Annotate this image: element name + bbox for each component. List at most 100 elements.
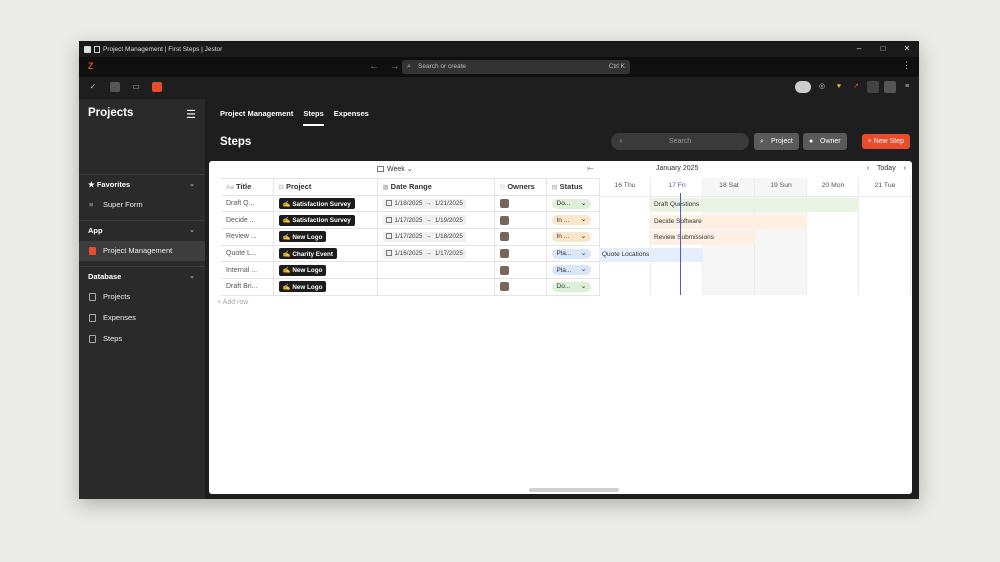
avatar[interactable] bbox=[499, 199, 509, 209]
status-badge[interactable]: Do... ⌄ bbox=[551, 281, 591, 292]
sidebar-section-favorites[interactable]: ★ Favorites ⌄ bbox=[79, 174, 205, 194]
title-cell[interactable]: Review ... bbox=[221, 228, 274, 246]
table-row[interactable]: Quote L... ✍ Charity Event 1/16/2025 → 1/17… bbox=[221, 245, 600, 263]
avatar[interactable] bbox=[499, 232, 509, 242]
owners-cell[interactable] bbox=[494, 211, 547, 230]
date-range-cell[interactable]: 1/18/2025 → 1/21/2025 bbox=[377, 195, 495, 213]
sidebar-item-project-management[interactable]: Project Management bbox=[79, 241, 205, 261]
period-selector[interactable]: Week ⌄ bbox=[377, 165, 413, 173]
date-range-cell[interactable]: 1/17/2025 → 1/19/2025 bbox=[377, 211, 495, 230]
owner-filter-button[interactable]: ● Owner bbox=[803, 133, 847, 150]
sidebar-item-projects[interactable]: Projects bbox=[79, 287, 205, 307]
sidebar-section-app[interactable]: App ⌄ bbox=[79, 220, 205, 240]
gantt-bar[interactable]: Quote Locations bbox=[599, 248, 703, 262]
status-cell[interactable]: In ... ⌄ bbox=[546, 211, 600, 230]
project-badge[interactable]: ✍ Satisfaction Survey bbox=[278, 198, 355, 210]
status-cell[interactable]: Do... ⌄ bbox=[546, 195, 600, 213]
project-cell[interactable]: ✍ New Logo bbox=[273, 228, 378, 246]
chat-icon[interactable]: ▭ bbox=[131, 82, 141, 92]
column-header-project[interactable]: ⊟ Project bbox=[273, 178, 378, 196]
project-badge[interactable]: ✍ New Logo bbox=[278, 264, 327, 276]
owners-cell[interactable] bbox=[494, 261, 547, 280]
forward-arrow-icon[interactable]: → bbox=[390, 61, 400, 72]
hamburger-menu-icon[interactable]: ☰ bbox=[186, 108, 196, 121]
date-range-cell[interactable]: 1/17/2025 → 1/18/2025 bbox=[377, 228, 495, 246]
document-red-icon[interactable] bbox=[867, 81, 879, 93]
project-cell[interactable]: ✍ New Logo bbox=[273, 261, 378, 280]
column-header-date-range[interactable]: ▦ Date Range bbox=[377, 178, 495, 196]
tab-steps[interactable]: Steps bbox=[303, 109, 324, 126]
owners-cell[interactable] bbox=[494, 245, 547, 263]
sidebar-item-steps[interactable]: Steps bbox=[79, 329, 205, 349]
avatar[interactable] bbox=[499, 282, 509, 292]
status-cell[interactable]: In ... ⌄ bbox=[546, 228, 600, 246]
gantt-bar[interactable]: Draft Questions bbox=[651, 198, 859, 212]
sidebar-item-expenses[interactable]: Expenses bbox=[79, 308, 205, 328]
date-pill[interactable]: 1/17/2025 → 1/18/2025 bbox=[382, 231, 466, 242]
add-row-button[interactable]: + Add row bbox=[217, 299, 248, 306]
date-pill[interactable]: 1/18/2025 → 1/21/2025 bbox=[382, 198, 466, 209]
status-badge[interactable]: Pla... ⌄ bbox=[551, 265, 591, 276]
chevron-left-icon[interactable]: ‹ bbox=[867, 165, 869, 172]
avatar[interactable] bbox=[499, 249, 509, 259]
chevron-right-icon[interactable]: › bbox=[904, 165, 906, 172]
date-range-cell[interactable] bbox=[377, 261, 495, 280]
column-header-title[interactable]: Aa Title bbox=[221, 178, 274, 196]
bolt-icon[interactable]: ↗ bbox=[850, 81, 862, 93]
avatar[interactable] bbox=[499, 265, 509, 275]
status-badge[interactable]: In ... ⌄ bbox=[551, 231, 591, 242]
more-menu-icon[interactable]: ⋮ bbox=[902, 60, 911, 71]
table-row[interactable]: Review ... ✍ New Logo 1/17/2025 → 1/18/2025… bbox=[221, 228, 600, 246]
global-search-input[interactable]: ⌕ Search or create Ctrl K bbox=[402, 60, 630, 74]
table-row[interactable]: Internal ... ✍ New Logo Pla... ⌄ bbox=[221, 261, 600, 280]
close-button[interactable]: ✕ bbox=[895, 41, 919, 57]
project-badge[interactable]: ✍ Satisfaction Survey bbox=[278, 214, 355, 226]
column-header-status[interactable]: ▤ Status bbox=[546, 178, 600, 196]
date-range-cell[interactable] bbox=[377, 278, 495, 296]
date-pill[interactable]: 1/16/2025 → 1/17/2025 bbox=[382, 248, 466, 259]
project-filter-button[interactable]: ⌕ Project bbox=[754, 133, 799, 150]
check-circle-icon[interactable]: ✓ bbox=[88, 82, 98, 92]
status-cell[interactable]: Do... ⌄ bbox=[546, 278, 600, 296]
column-header-owners[interactable]: ⚇ Owners bbox=[494, 178, 547, 196]
tab-expenses[interactable]: Expenses bbox=[334, 109, 369, 126]
collapse-icon[interactable]: ⇤ bbox=[587, 164, 594, 173]
owners-cell[interactable] bbox=[494, 195, 547, 213]
table-row[interactable]: Draft Q... ✍ Satisfaction Survey 1/18/202… bbox=[221, 195, 600, 213]
table-row[interactable]: Decide ... ✍ Satisfaction Survey 1/17/202… bbox=[221, 211, 600, 230]
sidebar-item-super-form[interactable]: ≡ Super Form bbox=[79, 195, 205, 215]
toggle-icon[interactable] bbox=[795, 81, 811, 93]
status-badge[interactable]: Do... ⌄ bbox=[551, 198, 591, 209]
app-switch-icon[interactable] bbox=[152, 82, 162, 92]
gantt-bar[interactable]: Review Submissions bbox=[651, 231, 755, 245]
new-step-button[interactable]: + New Step bbox=[861, 134, 910, 149]
horizontal-scrollbar[interactable] bbox=[529, 488, 619, 492]
date-pill[interactable]: 1/17/2025 → 1/19/2025 bbox=[382, 215, 466, 226]
title-cell[interactable]: Draft Q... bbox=[221, 195, 274, 213]
project-cell[interactable]: ✍ Charity Event bbox=[273, 245, 378, 263]
project-badge[interactable]: ✍ New Logo bbox=[278, 231, 327, 243]
owners-cell[interactable] bbox=[494, 278, 547, 296]
help-icon[interactable]: ◎ bbox=[816, 81, 828, 93]
status-badge[interactable]: Pla... ⌄ bbox=[551, 248, 591, 259]
list-menu-icon[interactable]: ≡ bbox=[901, 81, 913, 93]
search-input[interactable]: ⌕ Search bbox=[611, 133, 749, 150]
project-cell[interactable]: ✍ Satisfaction Survey bbox=[273, 195, 378, 213]
heart-icon[interactable]: ♥ bbox=[833, 81, 845, 93]
project-badge[interactable]: ✍ Charity Event bbox=[278, 248, 337, 260]
project-cell[interactable]: ✍ New Logo bbox=[273, 278, 378, 296]
jestor-logo[interactable]: Z bbox=[88, 61, 94, 71]
project-badge[interactable]: ✍ New Logo bbox=[278, 281, 327, 293]
maximize-button[interactable]: □ bbox=[871, 41, 895, 57]
project-cell[interactable]: ✍ Satisfaction Survey bbox=[273, 211, 378, 230]
title-cell[interactable]: Internal ... bbox=[221, 261, 274, 280]
date-range-cell[interactable]: 1/16/2025 → 1/17/2025 bbox=[377, 245, 495, 263]
panel-icon[interactable] bbox=[884, 81, 896, 93]
gantt-bar[interactable]: Decide Software bbox=[651, 215, 807, 229]
status-cell[interactable]: Pla... ⌄ bbox=[546, 245, 600, 263]
table-row[interactable]: Draft Bri... ✍ New Logo Do... ⌄ bbox=[221, 278, 600, 296]
sidebar-section-database[interactable]: Database ⌄ bbox=[79, 266, 205, 286]
minimize-button[interactable]: – bbox=[847, 41, 871, 57]
status-badge[interactable]: In ... ⌄ bbox=[551, 215, 591, 226]
badge-icon[interactable] bbox=[110, 82, 120, 92]
